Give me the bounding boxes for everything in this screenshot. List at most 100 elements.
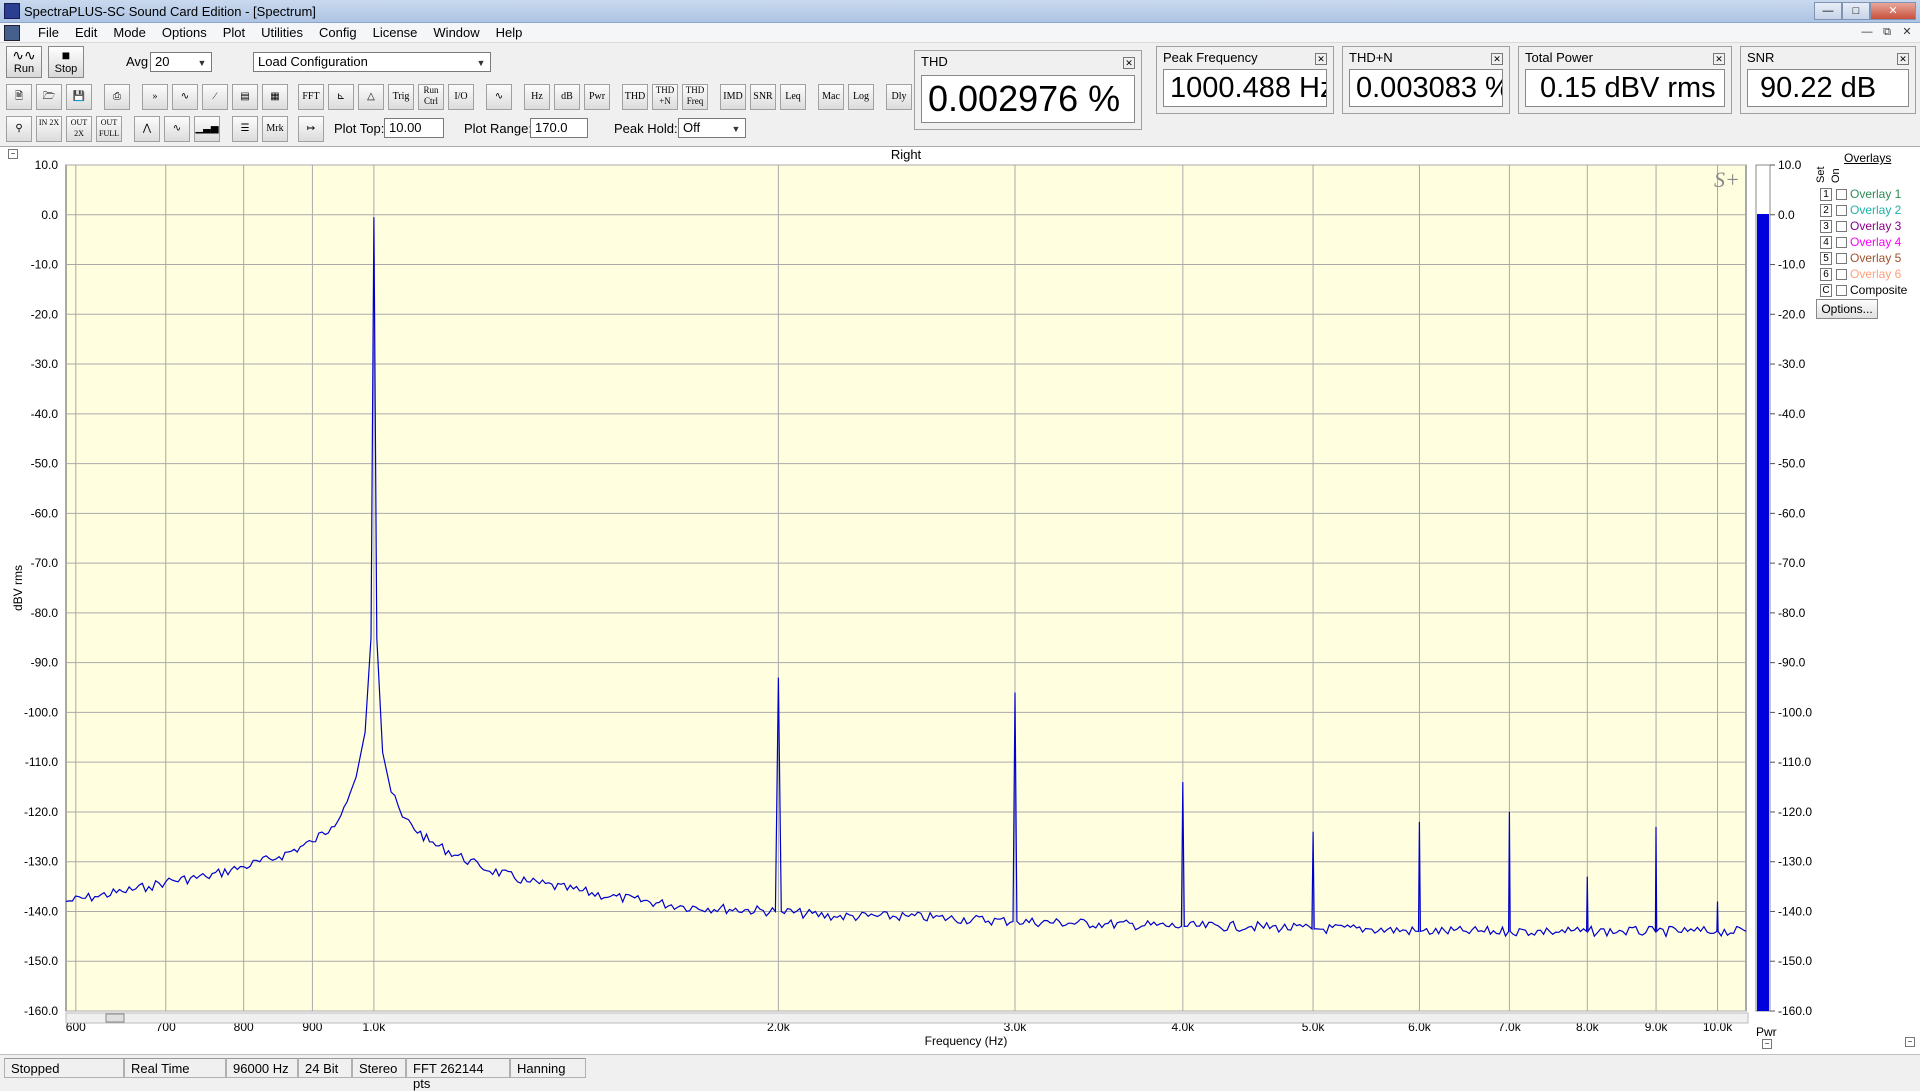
plot-range-input[interactable]: 170.0: [530, 118, 588, 138]
overlay-row[interactable]: 5 Overlay 5: [1820, 251, 1907, 267]
close-icon[interactable]: ✕: [1713, 53, 1725, 65]
run-ctrl-button[interactable]: Run Ctrl: [418, 84, 444, 110]
thd-button[interactable]: THD: [622, 84, 648, 110]
config-select[interactable]: Load Configuration ▼: [253, 52, 491, 72]
overlay-row[interactable]: 6 Overlay 6: [1820, 267, 1907, 283]
fast-forward-icon[interactable]: »: [142, 84, 168, 110]
io-button[interactable]: I/O: [448, 84, 474, 110]
overlay-set-button[interactable]: C: [1820, 284, 1832, 298]
horizontal-scrollbar[interactable]: [65, 1012, 1749, 1024]
pwr-button[interactable]: Pwr: [584, 84, 610, 110]
close-icon[interactable]: ✕: [1123, 57, 1135, 69]
peak-icon[interactable]: ⋀: [134, 116, 160, 142]
spectrum-chart[interactable]: 1 0.0 0.0 -10.0 -20.0 -30.0 -40.0 -50.0 -60.0 -70…: [0, 147, 1920, 1055]
db-button[interactable]: dB: [554, 84, 580, 110]
overlay-row[interactable]: 3 Overlay 3: [1820, 219, 1907, 235]
power-collapse-icon[interactable]: −: [1762, 1039, 1772, 1049]
log-button[interactable]: Log: [848, 84, 874, 110]
overlay-checkbox[interactable]: [1836, 205, 1847, 217]
line-plot-icon[interactable]: ∿: [164, 116, 190, 142]
waveform-icon[interactable]: ∿: [172, 84, 198, 110]
overlay-checkbox[interactable]: [1836, 253, 1847, 265]
close-icon[interactable]: ✕: [1897, 53, 1909, 65]
cursor-icon[interactable]: ↦: [298, 116, 324, 142]
close-icon[interactable]: ✕: [1491, 53, 1503, 65]
overlay-set-button[interactable]: 5: [1820, 252, 1832, 266]
overlay-set-button[interactable]: 4: [1820, 236, 1832, 250]
mdi-minimize-button[interactable]: —: [1858, 25, 1876, 40]
save-icon[interactable]: 💾: [66, 84, 92, 110]
scrollbar-thumb[interactable]: [105, 1013, 125, 1023]
imd-button[interactable]: IMD: [720, 84, 746, 110]
run-button[interactable]: ∿∿ Run: [6, 46, 42, 78]
close-button[interactable]: ✕: [1870, 2, 1916, 20]
overlay-set-button[interactable]: 3: [1820, 220, 1832, 234]
maximize-button[interactable]: □: [1842, 2, 1870, 20]
3d-surface-icon[interactable]: ▦: [262, 84, 288, 110]
snr-button[interactable]: SNR: [750, 84, 776, 110]
time-series-icon[interactable]: ⊾: [328, 84, 354, 110]
overlay-checkbox[interactable]: [1836, 269, 1847, 281]
overlay-set-button[interactable]: 1: [1820, 188, 1832, 202]
menu-license[interactable]: License: [365, 25, 426, 41]
snr-meter[interactable]: SNR ✕ 90.22 dB: [1740, 46, 1916, 114]
menu-window[interactable]: Window: [425, 25, 487, 41]
list-icon[interactable]: ☰: [232, 116, 258, 142]
zoom-out-2x-button[interactable]: OUT 2X: [66, 116, 92, 142]
menu-plot[interactable]: Plot: [215, 25, 253, 41]
phase-icon[interactable]: ∕: [202, 84, 228, 110]
overlay-set-button[interactable]: 2: [1820, 204, 1832, 218]
expand-icon[interactable]: −: [1905, 1037, 1915, 1047]
thd-n-button[interactable]: THD +N: [652, 84, 678, 110]
bar-plot-icon[interactable]: ▁▃▅: [194, 116, 220, 142]
total-power-meter[interactable]: Total Power ✕ 0.15 dBV rms: [1518, 46, 1732, 114]
overlay-checkbox[interactable]: [1836, 285, 1847, 297]
menu-utilities[interactable]: Utilities: [253, 25, 311, 41]
menu-options[interactable]: Options: [154, 25, 215, 41]
mdi-restore-button[interactable]: ⧉: [1878, 25, 1896, 40]
thd-n-meter[interactable]: THD+N ✕ 0.003083 %: [1342, 46, 1510, 114]
zoom-in-2x-button[interactable]: IN 2X: [36, 116, 62, 142]
new-file-icon[interactable]: 🗎: [6, 84, 32, 110]
overlay-row[interactable]: 2 Overlay 2: [1820, 203, 1907, 219]
trigger-button[interactable]: Trig: [388, 84, 414, 110]
avg-select[interactable]: 20 ▼: [150, 52, 212, 72]
dly-button[interactable]: Dly: [886, 84, 912, 110]
print-icon[interactable]: ⎙: [104, 84, 130, 110]
overlay-set-button[interactable]: 6: [1820, 268, 1832, 282]
zoom-out-full-button[interactable]: OUT FULL: [96, 116, 122, 142]
overlay-checkbox[interactable]: [1836, 221, 1847, 233]
zoom-icon[interactable]: ⚲: [6, 116, 32, 142]
overlay-checkbox[interactable]: [1836, 189, 1847, 201]
generator-icon[interactable]: △: [358, 84, 384, 110]
peak-hold-select[interactable]: Off ▼: [678, 118, 746, 138]
marker-button[interactable]: Mrk: [262, 116, 288, 142]
peak-frequency-meter[interactable]: Peak Frequency ✕ 1000.488 Hz: [1156, 46, 1334, 114]
menu-config[interactable]: Config: [311, 25, 365, 41]
hz-button[interactable]: Hz: [524, 84, 550, 110]
overlay-row[interactable]: 1 Overlay 1: [1820, 187, 1907, 203]
fft-button[interactable]: FFT: [298, 84, 324, 110]
menu-file[interactable]: File: [30, 25, 67, 41]
options-button[interactable]: Options...: [1816, 299, 1878, 319]
open-folder-icon[interactable]: 🗁: [36, 84, 62, 110]
menu-help[interactable]: Help: [488, 25, 531, 41]
thd-freq-button[interactable]: THD Freq: [682, 84, 708, 110]
overlay-checkbox[interactable]: [1836, 237, 1847, 249]
mdi-close-button[interactable]: ✕: [1898, 25, 1916, 40]
signal-generator-icon[interactable]: ∿: [486, 84, 512, 110]
overlay-row[interactable]: C Composite: [1820, 283, 1907, 299]
thd-meter[interactable]: THD ✕ 0.002976 %: [914, 50, 1142, 130]
leq-button[interactable]: Leq: [780, 84, 806, 110]
plot-top-input[interactable]: 10.00: [384, 118, 444, 138]
menu-mode[interactable]: Mode: [105, 25, 154, 41]
minimize-button[interactable]: —: [1814, 2, 1842, 20]
spectrogram-icon[interactable]: ▤: [232, 84, 258, 110]
menu-edit[interactable]: Edit: [67, 25, 105, 41]
close-icon[interactable]: ✕: [1315, 53, 1327, 65]
document-icon[interactable]: [4, 25, 20, 41]
plot-area[interactable]: [65, 164, 1747, 1012]
stop-button[interactable]: ■ Stop: [48, 46, 84, 78]
overlay-row[interactable]: 4 Overlay 4: [1820, 235, 1907, 251]
mac-button[interactable]: Mac: [818, 84, 844, 110]
